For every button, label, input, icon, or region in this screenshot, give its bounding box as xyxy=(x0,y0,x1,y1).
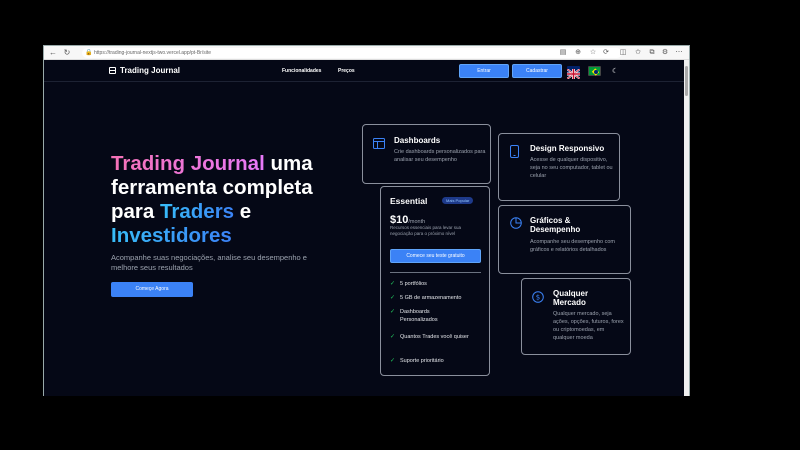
pricing-card: Essential Mais Popular $10/month Recurso… xyxy=(380,186,490,376)
more-icon[interactable]: ⋯ xyxy=(675,49,683,57)
hero-title-and: e xyxy=(234,200,252,223)
extensions-icon[interactable]: ⚙ xyxy=(661,49,669,57)
feature-card-dashboards: Dashboards Crie dashboards personalizado… xyxy=(362,124,491,184)
layout-icon xyxy=(373,138,385,149)
card-text: Acompanhe seu desempenho com gráficos e … xyxy=(530,239,615,253)
hero-subtitle: Acompanhe suas negociações, analise seu … xyxy=(111,253,307,272)
nav-link-pricing[interactable]: Preços xyxy=(338,68,355,74)
logo-text: Trading Journal xyxy=(120,66,181,75)
card-title: Dashboards xyxy=(394,136,441,145)
check-icon: ✓ xyxy=(390,281,396,287)
check-icon: ✓ xyxy=(390,309,396,315)
card-text: Qualquer mercado, seja ações, opções, fu… xyxy=(553,311,624,341)
card-title: Qualquer Mercado xyxy=(553,289,589,307)
signup-button[interactable]: Cadastrar xyxy=(512,64,562,78)
top-navigation: Trading Journal Funcionalidades Preços E… xyxy=(44,60,684,82)
uk-flag-icon[interactable] xyxy=(566,66,581,80)
theme-toggle-icon[interactable]: ☾ xyxy=(612,67,618,75)
hero-title: Trading Journal uma ferramenta completa … xyxy=(111,152,351,248)
check-icon: ✓ xyxy=(390,334,396,340)
reader-icon[interactable]: ▤ xyxy=(559,49,567,57)
browser-toolbar: ← ↻ 🔒 https://trading-journal-nextjs-two… xyxy=(44,46,689,60)
logo-icon xyxy=(109,67,116,74)
card-text: Crie dashboards personalizados para anal… xyxy=(394,149,486,163)
plan-description: Recursos essenciais para levar sua negoc… xyxy=(390,225,462,236)
hero-title-investors: Investidores xyxy=(111,224,232,247)
back-icon[interactable]: ← xyxy=(48,48,58,58)
split-screen-icon[interactable]: ◫ xyxy=(619,49,627,57)
dollar-circle-icon: $ xyxy=(532,291,544,303)
address-bar[interactable]: 🔒 https://trading-journal-nextjs-two.ver… xyxy=(82,48,622,58)
favorites-icon[interactable]: ✩ xyxy=(634,49,642,57)
site-logo[interactable]: Trading Journal xyxy=(109,66,180,75)
browser-window: ← ↻ 🔒 https://trading-journal-nextjs-two… xyxy=(43,45,690,396)
smartphone-icon xyxy=(510,145,519,158)
hero-title-brand: Trading Journal xyxy=(111,152,265,175)
web-page: Trading Journal Funcionalidades Preços E… xyxy=(44,60,684,396)
feature-card-responsive: Design Responsivo Acesse de qualquer dis… xyxy=(498,133,620,201)
divider xyxy=(390,272,481,273)
card-title: Design Responsivo xyxy=(530,144,605,153)
card-title: Gráficos & Desempenho xyxy=(530,216,581,234)
zoom-icon[interactable]: ⊕ xyxy=(574,49,582,57)
hero-title-traders: Traders xyxy=(160,200,235,223)
pie-chart-icon xyxy=(510,217,522,229)
page-scrollbar[interactable] xyxy=(684,60,689,396)
popular-badge: Mais Popular xyxy=(442,197,474,204)
login-button[interactable]: Entrar xyxy=(459,64,509,78)
plan-name: Essential xyxy=(390,196,428,206)
favorite-star-icon[interactable]: ☆ xyxy=(589,49,597,57)
lock-icon: 🔒 xyxy=(85,50,93,56)
check-icon: ✓ xyxy=(390,295,396,301)
feature-card-charts: Gráficos & Desempenho Acompanhe seu dese… xyxy=(498,205,631,274)
nav-link-features[interactable]: Funcionalidades xyxy=(282,68,321,74)
start-now-button[interactable]: Começe Agora xyxy=(111,282,193,297)
refresh-page-icon[interactable]: ⟳ xyxy=(602,49,610,57)
collections-icon[interactable]: ⧉ xyxy=(648,49,656,57)
url-text: https://trading-journal-nextjs-two.verce… xyxy=(94,50,211,56)
check-icon: ✓ xyxy=(390,358,396,364)
svg-text:$: $ xyxy=(536,294,540,302)
brazil-flag-icon[interactable] xyxy=(588,66,601,76)
card-text: Acesse de qualquer dispositivo, seja no … xyxy=(530,157,613,179)
refresh-icon[interactable]: ↻ xyxy=(62,48,72,58)
free-trial-button[interactable]: Comece seu teste gratuito xyxy=(390,249,481,263)
feature-card-market: $ Qualquer Mercado Qualquer mercado, sej… xyxy=(521,278,631,355)
